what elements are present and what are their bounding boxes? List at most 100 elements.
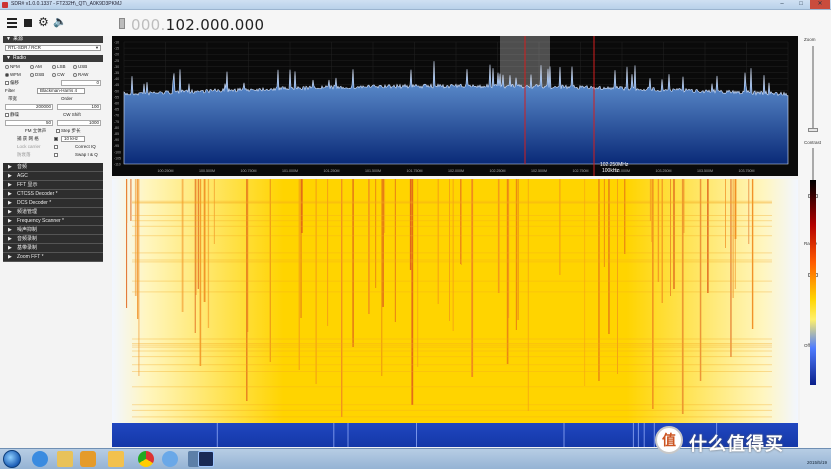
squelch-checkbox[interactable]: 静噪	[5, 111, 19, 119]
source-select-value: RTL-SDR / RCR	[8, 45, 41, 50]
volume-icon[interactable]: 🔈	[53, 17, 67, 28]
checkbox-icon	[5, 80, 9, 85]
collapsed-section-label: 音频录制	[17, 236, 38, 242]
menu-icon[interactable]	[7, 18, 17, 28]
mode-am[interactable]: AM	[30, 63, 42, 71]
waterfall-signal-trace	[199, 179, 202, 366]
mode-wfm[interactable]: WFM	[5, 71, 21, 79]
waterfall-signal-trace	[375, 179, 377, 288]
mode-raw[interactable]: RAW	[73, 71, 88, 79]
source-section-header[interactable]: ▼ 来源	[3, 36, 103, 43]
collapsed-section[interactable]: ▶ 音频	[3, 163, 103, 172]
radio-icon	[30, 64, 34, 69]
y-tick-label: -65	[114, 108, 119, 112]
collapsed-section-label: 频道管理	[17, 209, 38, 215]
waterfall-plot[interactable]	[112, 179, 798, 447]
step-select[interactable]: 10 kHz	[61, 136, 85, 142]
radio-header-label: Radio	[13, 55, 27, 61]
window-title: SDR# v1.0.0.1337 - FT232H\_QT\_A0K9D3PKM…	[11, 1, 122, 7]
waterfall-signal-trace	[381, 179, 383, 376]
waterfall-signal-trace	[134, 179, 137, 296]
stop-icon[interactable]	[24, 19, 32, 27]
collapsed-section[interactable]: ▶ 基带录制	[3, 244, 103, 253]
waterfall-signal-trace	[301, 179, 303, 233]
spectrum-analyzer[interactable]: -10 -15 -20 -25 -30 -35 -40 -45 -50 -55 -60 -65 -70 -…	[112, 36, 798, 176]
y-tick-label: -55	[114, 95, 119, 99]
maximize-icon[interactable]: □	[791, 0, 811, 9]
close-icon[interactable]: ✕	[810, 0, 830, 9]
step-select-value: 10 kHz	[64, 136, 79, 141]
waterfall-signal-trace	[298, 179, 300, 370]
radio-selected-icon	[5, 72, 9, 77]
waterfall-signal-trace	[382, 179, 384, 307]
explorer-icon[interactable]	[57, 451, 73, 467]
waterfall-signal-trace	[197, 179, 199, 289]
mode-nfm[interactable]: NFM	[5, 63, 20, 71]
shift-input[interactable]: 0	[61, 80, 101, 86]
mode-cw[interactable]: CW	[52, 71, 65, 79]
waterfall-signal-trace	[748, 179, 750, 244]
bandwidth-input[interactable]: 200000	[5, 104, 53, 110]
collapsed-section[interactable]: ▶ DCS Decoder *	[3, 199, 103, 208]
collapsed-section[interactable]: ▶ Zoom FFT *	[3, 253, 103, 262]
snap-to-grid-checkbox[interactable]	[54, 137, 58, 141]
x-tick-label: 103.250M	[656, 169, 672, 173]
bandwidth-label: 带宽	[8, 96, 17, 101]
waterfall-band	[132, 200, 772, 202]
collapsed-section[interactable]: ▶ AGC	[3, 172, 103, 181]
collapsed-section-label: CTCSS Decoder *	[17, 191, 58, 197]
cw-shift-input[interactable]: 1000	[57, 120, 101, 126]
sdr-window: SDR# v1.0.0.1337 - FT232H\_QT\_A0K9D3PKM…	[0, 0, 831, 469]
lock-carrier-checkbox[interactable]	[54, 145, 58, 149]
chevron-down-icon: ▼	[95, 45, 99, 50]
frequency-digits[interactable]: 102.000.000	[166, 16, 265, 34]
squelch-input[interactable]: 50	[5, 120, 53, 126]
folder-icon[interactable]	[108, 451, 124, 467]
lock-carrier-row: Lock carrier Correct IQ	[3, 143, 103, 151]
collapsed-section[interactable]: ▶ 噪声抑制	[3, 226, 103, 235]
collapsed-section[interactable]: ▶ FFT 显示	[3, 181, 103, 190]
paint-icon[interactable]	[162, 451, 178, 467]
waterfall-signal-trace	[584, 179, 586, 386]
collapsed-section[interactable]: ▶ 频道管理	[3, 208, 103, 217]
radio-section-header[interactable]: ▼ Radio	[3, 55, 103, 62]
y-tick-label: -10	[114, 41, 119, 45]
collapsed-section[interactable]: ▶ Frequency Scanner *	[3, 217, 103, 226]
step-checkbox[interactable]: Step 步长	[56, 127, 81, 135]
filter-row: Filter Blackman-Harris 4	[3, 87, 103, 95]
anti-fading-checkbox[interactable]	[54, 153, 58, 157]
windows-start-icon[interactable]	[3, 450, 21, 468]
waterfall-signal-trace	[195, 179, 197, 295]
source-select[interactable]: RTL-SDR / RCR ▼	[5, 45, 101, 51]
volume-slider-thumb[interactable]	[119, 18, 125, 29]
frequency-display[interactable]: 000.102.000.000	[131, 16, 264, 34]
mode-dsb[interactable]: DSB	[30, 71, 44, 79]
waterfall-signal-trace	[394, 179, 396, 322]
sdr-icon[interactable]	[198, 451, 214, 467]
waterfall-signal-trace	[649, 179, 651, 221]
cw-shift-label: CW Shift	[63, 112, 81, 117]
zoom-slider-thumb[interactable]	[808, 128, 818, 132]
collapsed-section[interactable]: ▶ CTCSS Decoder *	[3, 190, 103, 199]
waterfall-display[interactable]	[112, 179, 798, 447]
mode-lsb[interactable]: LSB	[52, 63, 66, 71]
filter-select[interactable]: Blackman-Harris 4	[37, 88, 85, 94]
filter-select-value: Blackman-Harris 4	[40, 88, 78, 93]
waterfall-signal-trace	[437, 179, 439, 304]
mode-usb[interactable]: USB	[73, 63, 87, 71]
chrome-icon[interactable]	[138, 451, 154, 467]
clock[interactable]: 2015/5/19	[807, 460, 827, 465]
gear-icon[interactable]: ⚙	[38, 16, 49, 28]
x-tick-label: 100.250M	[158, 169, 174, 173]
order-input[interactable]: 100	[57, 104, 101, 110]
shift-checkbox[interactable]: 偏移	[5, 79, 19, 87]
waterfall-band	[132, 291, 772, 293]
source-header-label: 来源	[13, 36, 24, 42]
zoom-slider-track[interactable]	[812, 46, 814, 130]
ie-icon[interactable]	[32, 451, 48, 467]
waterfall-signal-trace	[138, 179, 140, 376]
minimize-icon[interactable]: –	[772, 0, 792, 9]
spectrum-plot[interactable]: -10 -15 -20 -25 -30 -35 -40 -45 -50 -55 -60 -65 -70 -…	[112, 36, 798, 176]
media-player-icon[interactable]	[80, 451, 96, 467]
collapsed-section[interactable]: ▶ 音频录制	[3, 235, 103, 244]
